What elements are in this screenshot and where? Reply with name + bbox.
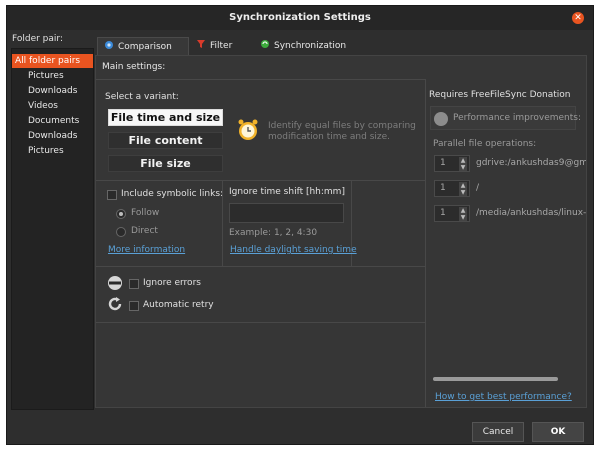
parallel-ops-path: gdrive:/ankushdas9@gmai xyxy=(476,158,586,168)
folder-pair-item[interactable]: Downloads xyxy=(12,129,93,143)
folder-pair-item[interactable]: Videos xyxy=(12,99,93,113)
ok-button[interactable]: OK xyxy=(532,422,584,442)
title-bar: Synchronization Settings ✕ xyxy=(7,6,593,30)
stepper-value: 1 xyxy=(440,183,446,193)
follow-label: Follow xyxy=(131,208,160,218)
daylight-saving-link[interactable]: Handle daylight saving time xyxy=(230,245,357,255)
stepper-value: 1 xyxy=(440,158,446,168)
close-button[interactable]: ✕ xyxy=(572,12,584,24)
folder-pair-label: Folder pair: xyxy=(12,34,63,44)
stepper-value: 1 xyxy=(440,208,446,218)
time-shift-label: Ignore time shift [hh:mm] xyxy=(229,187,345,197)
variant-size-button[interactable]: File size xyxy=(108,155,223,172)
ignore-errors-checkbox[interactable] xyxy=(129,279,139,289)
main-settings-heading: Main settings: xyxy=(102,62,166,72)
folder-pair-item-all[interactable]: All folder pairs xyxy=(12,54,93,68)
gear-icon xyxy=(105,41,113,49)
variant-description: Identify equal files by comparing modifi… xyxy=(268,121,416,142)
time-shift-example: Example: 1, 2, 4:30 xyxy=(229,228,318,238)
symlinks-label: Include symbolic links: xyxy=(121,189,224,199)
variant-time-size-button[interactable]: File time and size xyxy=(108,109,223,126)
tab-synchronization[interactable]: Synchronization (F8) xyxy=(254,37,364,69)
stepper-down-icon[interactable]: ▼ xyxy=(459,189,467,196)
donation-heading: Requires FreeFileSync Donation xyxy=(429,90,571,100)
stepper-up-icon[interactable]: ▲ xyxy=(459,207,467,214)
symlinks-checkbox[interactable] xyxy=(107,190,117,200)
divider xyxy=(96,322,425,323)
settings-window: Synchronization Settings ✕ Folder pair: … xyxy=(6,5,594,445)
folder-pair-item[interactable]: Downloads xyxy=(12,84,93,98)
automatic-retry-label: Automatic retry xyxy=(143,300,214,310)
stepper-down-icon[interactable]: ▼ xyxy=(459,164,467,171)
more-information-link[interactable]: More information xyxy=(108,245,185,255)
stepper-down-icon[interactable]: ▼ xyxy=(459,214,467,221)
retry-icon xyxy=(108,297,122,311)
ignore-errors-label: Ignore errors xyxy=(143,278,201,288)
tab-filter[interactable]: Filter (F7) xyxy=(190,37,252,69)
parallel-ops-path: /media/ankushdas/linux-c xyxy=(476,208,586,218)
folder-pair-item[interactable]: Pictures xyxy=(12,69,93,83)
performance-improvements-label: Performance improvements: xyxy=(453,113,582,123)
clock-icon xyxy=(238,119,258,140)
parallel-ops-label: Parallel file operations: xyxy=(433,139,537,149)
variant-label: Select a variant: xyxy=(105,92,179,102)
stepper-up-icon[interactable]: ▲ xyxy=(459,182,467,189)
divider xyxy=(96,79,425,80)
cancel-button[interactable]: Cancel xyxy=(472,422,524,442)
parallel-ops-stepper[interactable]: 1 ▲ ▼ xyxy=(434,180,470,197)
parallel-ops-path: / xyxy=(476,183,480,193)
folder-pair-item[interactable]: Documents xyxy=(12,114,93,128)
filter-icon xyxy=(197,40,205,48)
horizontal-scrollbar[interactable] xyxy=(433,377,558,381)
time-shift-input[interactable] xyxy=(229,203,344,223)
folder-pair-list[interactable]: All folder pairs Pictures Downloads Vide… xyxy=(11,48,94,410)
folder-pair-item[interactable]: Pictures xyxy=(12,144,93,158)
ignore-errors-icon xyxy=(108,276,122,290)
variant-content-button[interactable]: File content xyxy=(108,132,223,149)
parallel-ops-stepper[interactable]: 1 ▲ ▼ xyxy=(434,155,470,172)
parallel-ops-stepper[interactable]: 1 ▲ ▼ xyxy=(434,205,470,222)
sync-icon xyxy=(261,40,269,48)
best-performance-link[interactable]: How to get best performance? xyxy=(435,392,572,402)
tab-comparison[interactable]: Comparison (F6) xyxy=(97,37,189,70)
divider xyxy=(96,180,425,181)
close-icon: ✕ xyxy=(574,13,582,23)
stepper-up-icon[interactable]: ▲ xyxy=(459,157,467,164)
automatic-retry-checkbox[interactable] xyxy=(129,301,139,311)
direct-label: Direct xyxy=(131,226,158,236)
speedometer-icon xyxy=(434,112,448,126)
comparison-panel: Main settings: Select a variant: File ti… xyxy=(95,55,587,408)
window-title: Synchronization Settings xyxy=(229,12,371,23)
follow-radio[interactable] xyxy=(116,209,126,219)
divider xyxy=(96,266,425,267)
direct-radio[interactable] xyxy=(116,227,126,237)
divider xyxy=(425,79,426,407)
